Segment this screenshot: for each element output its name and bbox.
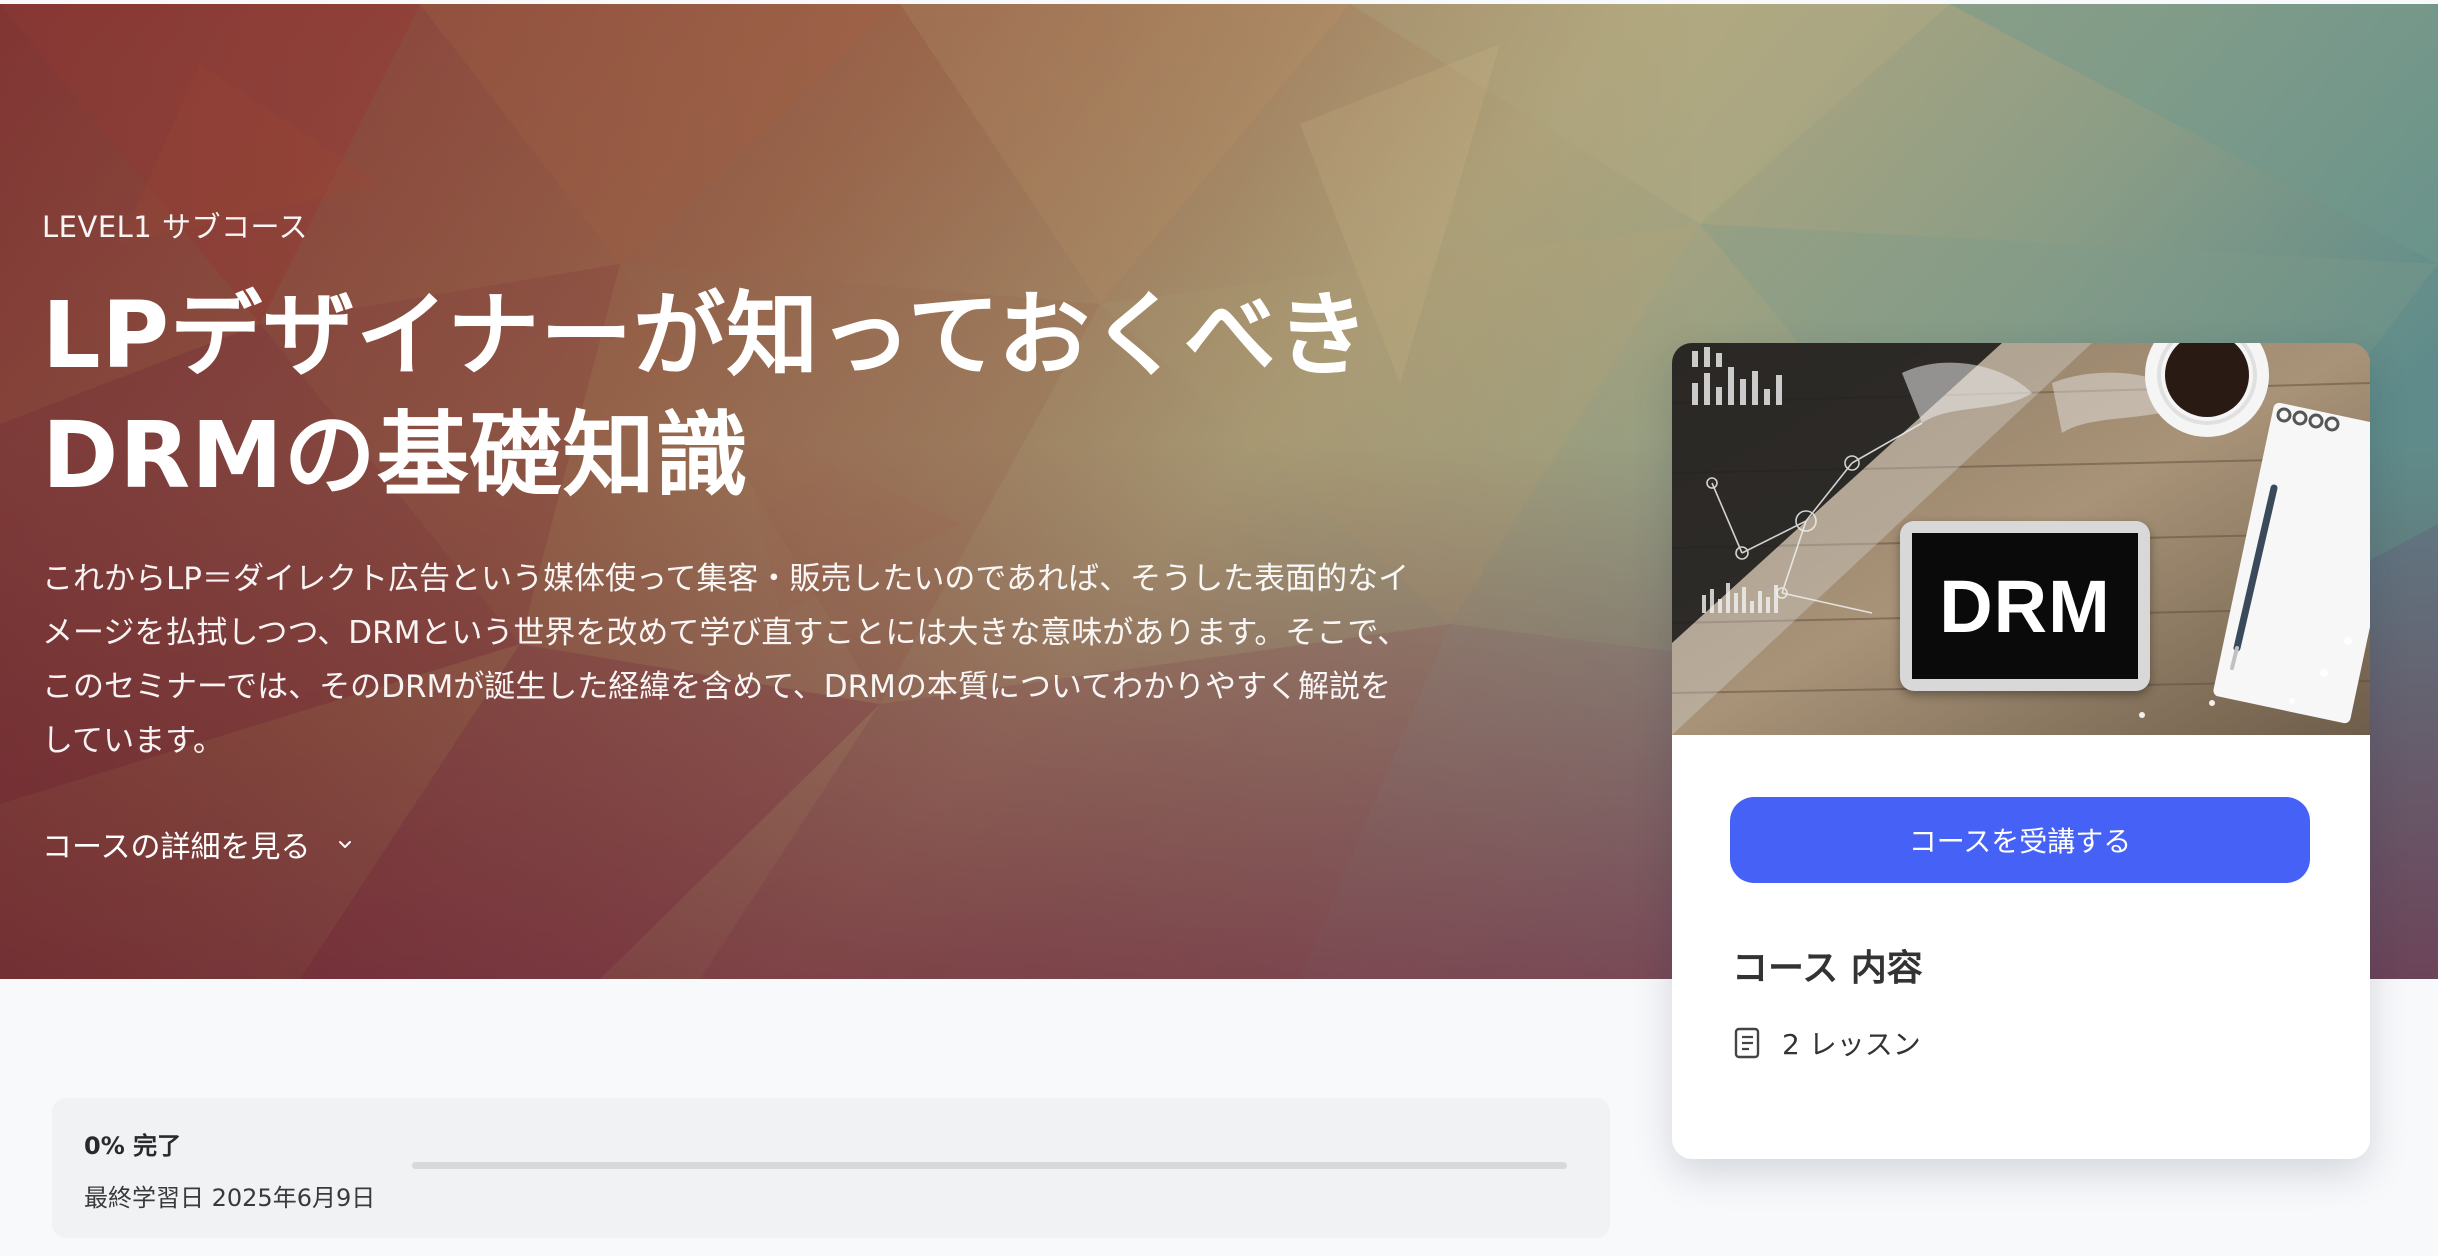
course-tag: LEVEL1 サブコース bbox=[42, 210, 309, 244]
course-page: LEVEL1 サブコース LPデザイナーが知っておくべき DRMの基礎知識 これ… bbox=[0, 0, 2438, 1256]
progress-bar bbox=[412, 1162, 1567, 1169]
course-side-card: DRM コースを受講する コース 内容 2 レッスン bbox=[1672, 343, 2370, 1159]
progress-percent: 0% 完了 bbox=[84, 1132, 182, 1160]
course-thumbnail: DRM bbox=[1672, 343, 2370, 735]
thumbnail-tablet: DRM bbox=[1900, 521, 2150, 691]
thumbnail-drm-text: DRM bbox=[1912, 533, 2138, 679]
hero-content: LEVEL1 サブコース LPデザイナーが知っておくべき DRMの基礎知識 これ… bbox=[42, 204, 1422, 866]
progress-card: 0% 完了 最終学習日 2025年6月9日 bbox=[52, 1098, 1610, 1238]
last-study-date: 最終学習日 2025年6月9日 bbox=[84, 1184, 376, 1212]
course-title-line2: DRMの基礎知識 bbox=[42, 402, 749, 509]
course-details-link[interactable]: コースの詳細を見る bbox=[42, 822, 357, 866]
lessons-label: 2 レッスン bbox=[1782, 1028, 1921, 1061]
chevron-down-icon bbox=[338, 841, 351, 848]
book-icon bbox=[1734, 1027, 1760, 1059]
enroll-button[interactable]: コースを受講する bbox=[1730, 797, 2310, 883]
course-title: LPデザイナーが知っておくべき DRMの基礎知識 bbox=[42, 276, 1422, 516]
course-title-line1: LPデザイナーが知っておくべき bbox=[42, 282, 1370, 389]
course-description: これからLP＝ダイレクト広告という媒体使って集客・販売したいのであれば、そうした… bbox=[42, 561, 1410, 759]
course-details-label: コースの詳細を見る bbox=[42, 830, 311, 865]
course-content-heading: コース 内容 bbox=[1732, 948, 1923, 989]
lessons-count: 2 レッスン bbox=[1732, 1023, 1921, 1063]
